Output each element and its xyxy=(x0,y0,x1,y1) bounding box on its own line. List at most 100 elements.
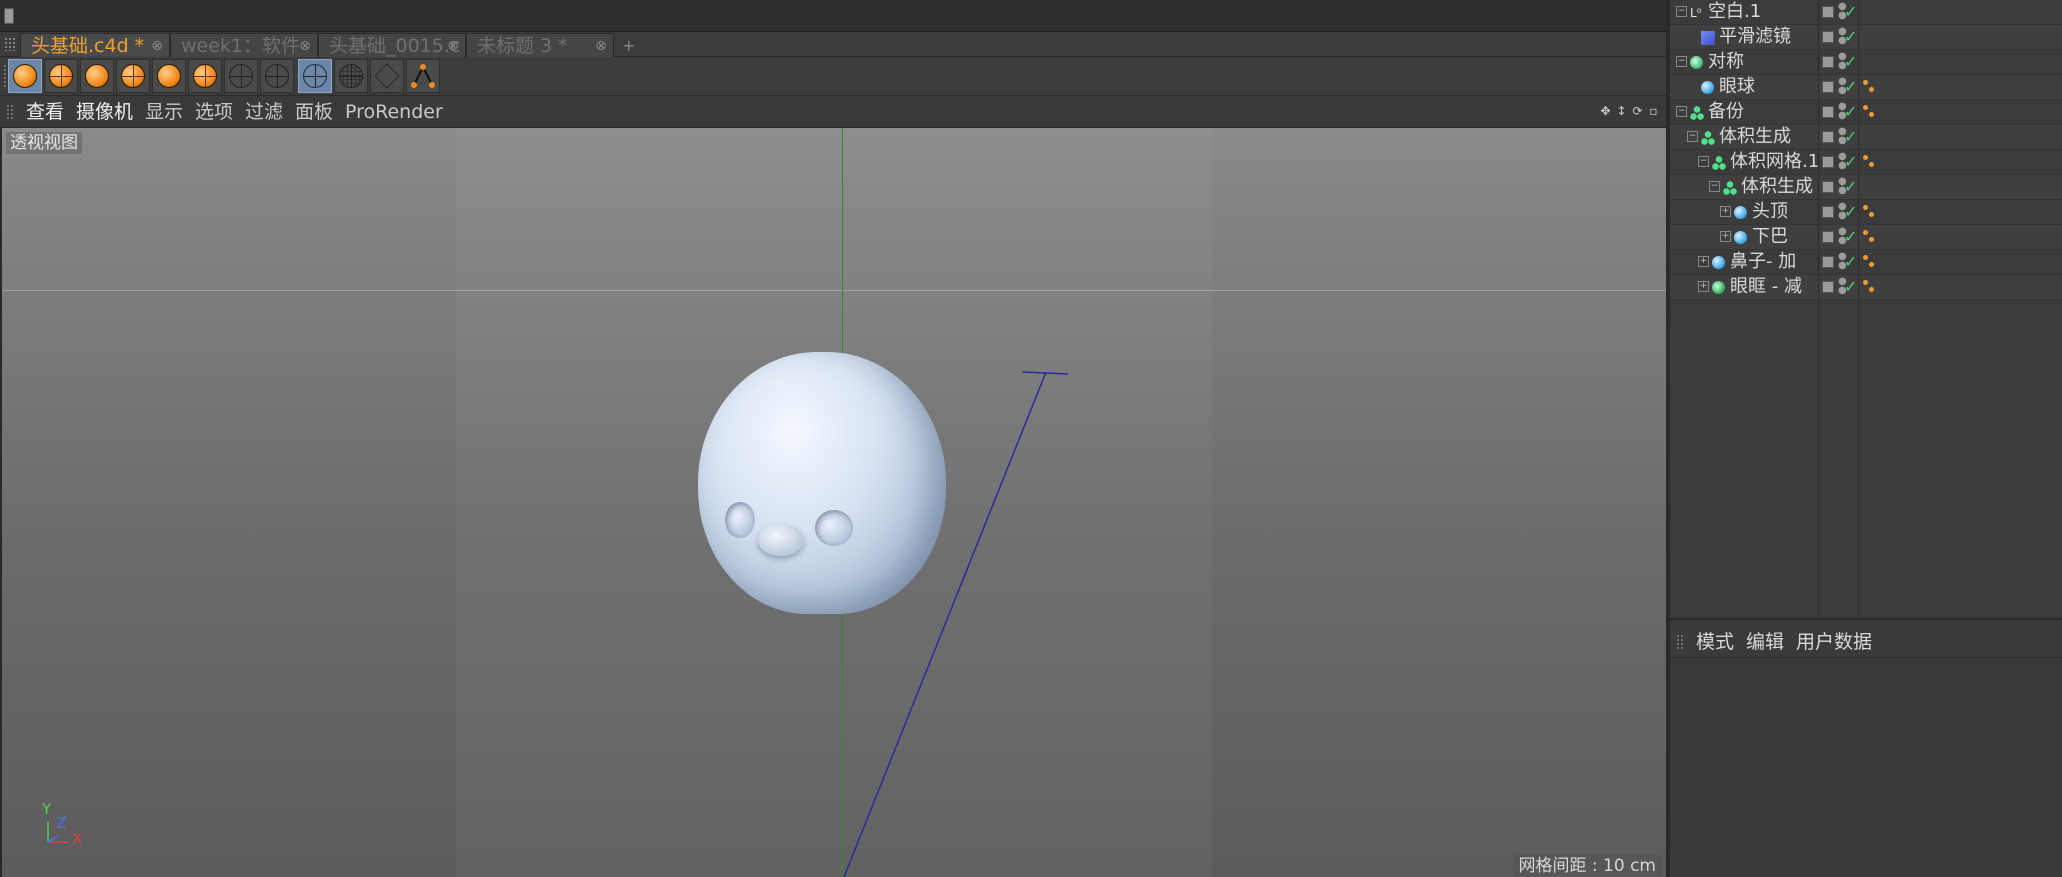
tag-icon[interactable] xyxy=(1862,204,1876,220)
menu-display[interactable]: 显示 xyxy=(145,96,183,128)
object-tree-row[interactable]: 眼球 ● ● ✓ xyxy=(1670,75,2062,100)
layer-icon[interactable] xyxy=(1822,106,1834,118)
visibility-dots-icon[interactable]: ● ● xyxy=(1838,152,1847,171)
document-tab[interactable]: 头基础_0015.c ⊗ xyxy=(318,33,466,57)
tag-icon[interactable] xyxy=(1862,79,1876,95)
visibility-dots-icon[interactable]: ● ● xyxy=(1838,102,1847,121)
isoparm-button[interactable] xyxy=(334,59,368,93)
box-display-button[interactable] xyxy=(370,59,404,93)
render-settings-button[interactable] xyxy=(188,59,222,93)
collapse-icon[interactable]: − xyxy=(1676,6,1687,17)
layer-icon[interactable] xyxy=(1822,281,1834,293)
visibility-flags[interactable]: ● ● ✓ xyxy=(1822,75,1858,99)
menu-panel[interactable]: 面板 xyxy=(295,96,333,128)
expand-icon[interactable]: + xyxy=(1720,206,1731,217)
visibility-flags[interactable]: ● ● ✓ xyxy=(1822,250,1858,274)
visibility-dots-icon[interactable]: ● ● xyxy=(1838,177,1847,196)
visibility-flags[interactable]: ● ● ✓ xyxy=(1822,200,1858,224)
object-name[interactable]: 眼球 xyxy=(1719,75,1755,99)
visibility-dots-icon[interactable]: ● ● xyxy=(1838,227,1847,246)
attr-tab-mode[interactable]: 模式 xyxy=(1696,626,1734,658)
menu-prorender[interactable]: ProRender xyxy=(345,96,443,128)
grip-icon[interactable] xyxy=(3,64,7,88)
visibility-dots-icon[interactable]: ● ● xyxy=(1838,252,1847,271)
menu-options[interactable]: 选项 xyxy=(195,96,233,128)
object-tree-row[interactable]: − 体积生成 ● ● ✓ xyxy=(1670,125,2062,150)
enabled-check-icon[interactable]: ✓ xyxy=(1844,225,1857,249)
edit-render-settings-button[interactable] xyxy=(152,59,186,93)
grip-icon[interactable] xyxy=(4,37,16,51)
object-tree-row[interactable]: − 体积网格.1 ● ● ✓ xyxy=(1670,150,2062,175)
grip-icon[interactable] xyxy=(6,104,14,120)
close-icon[interactable]: ⊗ xyxy=(299,34,311,57)
tag-icon[interactable] xyxy=(1862,154,1876,170)
expand-icon[interactable]: + xyxy=(1698,256,1709,267)
layer-icon[interactable] xyxy=(1822,156,1834,168)
visibility-dots-icon[interactable]: ● ● xyxy=(1838,202,1847,221)
enabled-check-icon[interactable]: ✓ xyxy=(1844,150,1857,174)
layer-icon[interactable] xyxy=(1822,256,1834,268)
wireframe-sphere-button[interactable] xyxy=(224,59,258,93)
collapse-icon[interactable]: − xyxy=(1676,106,1687,117)
enabled-check-icon[interactable]: ✓ xyxy=(1844,175,1857,199)
object-name[interactable]: 备份 xyxy=(1708,100,1744,124)
visibility-dots-icon[interactable]: ● ● xyxy=(1838,127,1847,146)
wireframe-grid-button[interactable] xyxy=(260,59,294,93)
grip-icon[interactable] xyxy=(1676,634,1684,650)
move-view-icon[interactable]: ✥ xyxy=(1599,104,1612,118)
render-view-button[interactable] xyxy=(8,59,42,93)
object-name[interactable]: 眼眶 - 减 xyxy=(1730,275,1802,299)
visibility-dots-icon[interactable]: ● ● xyxy=(1838,2,1847,21)
visibility-flags[interactable]: ● ● ✓ xyxy=(1822,25,1858,49)
object-tree-row[interactable]: − 备份 ● ● ✓ xyxy=(1670,100,2062,125)
document-tab[interactable]: week1：软件 ⊗ xyxy=(170,33,318,57)
layer-icon[interactable] xyxy=(1822,131,1834,143)
close-icon[interactable]: ⊗ xyxy=(151,34,163,57)
object-name[interactable]: 体积生成 xyxy=(1719,125,1791,149)
object-tree-row[interactable]: + 头顶 ● ● ✓ xyxy=(1670,200,2062,225)
attr-tab-user-data[interactable]: 用户数据 xyxy=(1796,626,1872,658)
object-tree-row[interactable]: 平滑滤镜 ● ● ✓ xyxy=(1670,25,2062,50)
object-name[interactable]: 头顶 xyxy=(1752,200,1788,224)
display-mode-button[interactable] xyxy=(298,59,332,93)
visibility-dots-icon[interactable]: ● ● xyxy=(1838,27,1847,46)
visibility-flags[interactable]: ● ● ✓ xyxy=(1822,275,1858,299)
enabled-check-icon[interactable]: ✓ xyxy=(1844,25,1857,49)
enabled-check-icon[interactable]: ✓ xyxy=(1844,50,1857,74)
render-active-button[interactable] xyxy=(80,59,114,93)
layer-icon[interactable] xyxy=(1822,231,1834,243)
collapse-icon[interactable]: − xyxy=(1709,181,1720,192)
object-name[interactable]: 下巴 xyxy=(1752,225,1788,249)
layer-icon[interactable] xyxy=(1822,181,1834,193)
deformer-button[interactable] xyxy=(406,59,440,93)
visibility-flags[interactable]: ● ● ✓ xyxy=(1822,0,1858,24)
attr-tab-edit[interactable]: 编辑 xyxy=(1746,626,1784,658)
perspective-viewport[interactable]: 透视视图 Y Z X 网格间距 : 10 cm xyxy=(0,128,1666,877)
visibility-dots-icon[interactable]: ● ● xyxy=(1838,77,1847,96)
tag-icon[interactable] xyxy=(1862,254,1876,270)
enabled-check-icon[interactable]: ✓ xyxy=(1844,75,1857,99)
rotate-view-icon[interactable]: ⟳ xyxy=(1631,104,1644,118)
expand-icon[interactable]: + xyxy=(1698,281,1709,292)
visibility-flags[interactable]: ● ● ✓ xyxy=(1822,100,1858,124)
object-tree-row[interactable]: + 眼眶 - 减 ● ● ✓ xyxy=(1670,275,2062,300)
layer-icon[interactable] xyxy=(1822,56,1834,68)
visibility-flags[interactable]: ● ● ✓ xyxy=(1822,175,1858,199)
menu-camera[interactable]: 摄像机 xyxy=(76,96,133,128)
tag-icon[interactable] xyxy=(1862,279,1876,295)
visibility-flags[interactable]: ● ● ✓ xyxy=(1822,150,1858,174)
layer-icon[interactable] xyxy=(1822,31,1834,43)
object-name[interactable]: 鼻子- 加 xyxy=(1730,250,1796,274)
menu-view[interactable]: 查看 xyxy=(26,96,64,128)
enabled-check-icon[interactable]: ✓ xyxy=(1844,100,1857,124)
collapse-icon[interactable]: − xyxy=(1676,56,1687,67)
enabled-check-icon[interactable]: ✓ xyxy=(1844,200,1857,224)
object-tree-row[interactable]: + 鼻子- 加 ● ● ✓ xyxy=(1670,250,2062,275)
object-tree-row[interactable]: − L⁰ 空白.1 ● ● ✓ xyxy=(1670,0,2062,25)
tag-icon[interactable] xyxy=(1862,229,1876,245)
object-name[interactable]: 体积生成 xyxy=(1741,175,1813,199)
collapse-icon[interactable]: − xyxy=(1687,131,1698,142)
zoom-view-icon[interactable]: ↕ xyxy=(1615,104,1628,118)
object-name[interactable]: 空白.1 xyxy=(1708,0,1761,24)
head-model[interactable] xyxy=(698,352,946,614)
